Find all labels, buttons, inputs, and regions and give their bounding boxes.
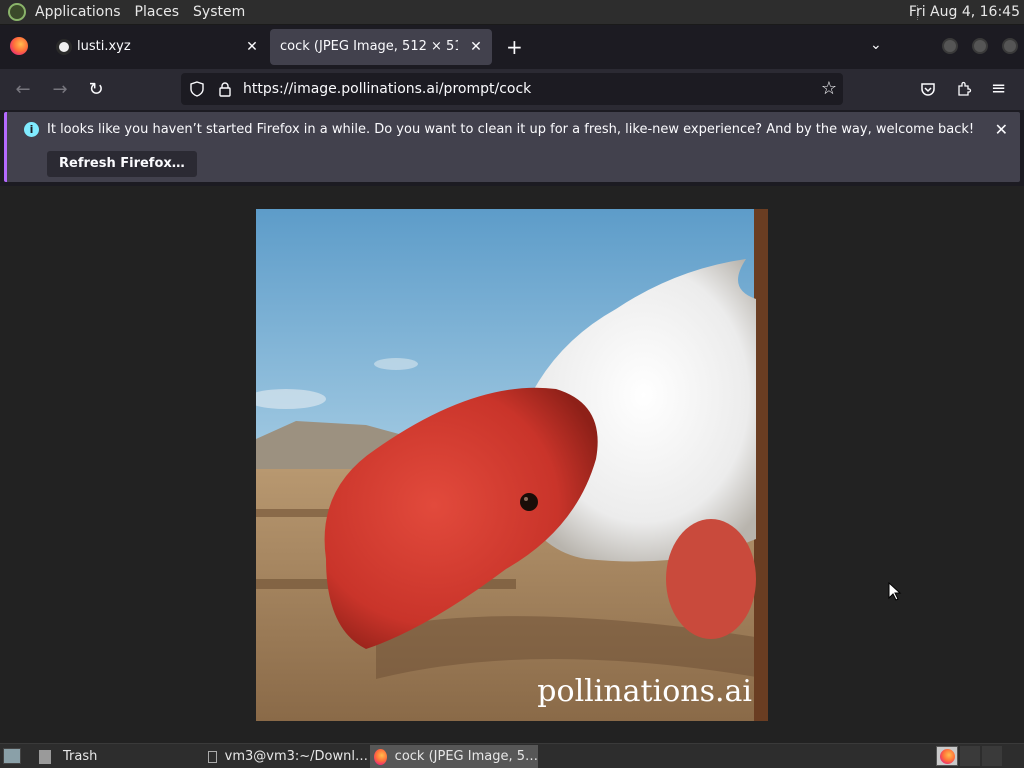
taskbar-item-terminal[interactable]: vm3@vm3:~/Downl… bbox=[204, 745, 368, 768]
menu-system[interactable]: System bbox=[186, 0, 252, 25]
content-area: pollinations.ai bbox=[0, 186, 1024, 743]
extensions-icon[interactable] bbox=[956, 81, 972, 97]
taskbar-label: Trash bbox=[63, 749, 98, 764]
close-tab-icon[interactable]: ✕ bbox=[468, 39, 484, 55]
url-bar[interactable]: https://image.pollinations.ai/prompt/coc… bbox=[181, 73, 843, 105]
workspace-3[interactable] bbox=[982, 746, 1002, 766]
generated-image[interactable]: pollinations.ai bbox=[256, 209, 768, 721]
lock-icon[interactable] bbox=[218, 81, 232, 97]
tab-label: lusti.xyz bbox=[77, 39, 131, 54]
clock[interactable]: Fri Aug 4, 16:45 bbox=[909, 0, 1020, 25]
taskbar-label: cock (JPEG Image, 5… bbox=[394, 749, 538, 764]
taskbar-label: vm3@vm3:~/Downl… bbox=[224, 749, 368, 764]
workspace-switcher[interactable] bbox=[936, 746, 958, 766]
watermark: pollinations.ai bbox=[537, 674, 752, 709]
tab-image[interactable]: cock (JPEG Image, 512 × 512 pixels) ✕ bbox=[270, 29, 492, 65]
tab-strip: lusti.xyz ✕ cock (JPEG Image, 512 × 512 … bbox=[0, 25, 1024, 69]
bookmark-star-icon[interactable]: ☆ bbox=[821, 78, 837, 99]
workspace-2[interactable] bbox=[960, 746, 980, 766]
menu-applications[interactable]: Applications bbox=[28, 0, 128, 25]
lusti-favicon-icon bbox=[56, 39, 72, 55]
pocket-icon[interactable] bbox=[920, 81, 936, 97]
shield-icon[interactable] bbox=[189, 81, 205, 97]
forward-arrow-icon[interactable]: → bbox=[47, 77, 73, 103]
minimize-window-icon[interactable] bbox=[942, 38, 958, 54]
taskbar: Trash vm3@vm3:~/Downl… cock (JPEG Image,… bbox=[0, 743, 1024, 768]
show-desktop-icon[interactable] bbox=[3, 748, 21, 764]
hamburger-menu-icon[interactable]: ≡ bbox=[991, 78, 1006, 99]
firefox-icon bbox=[940, 749, 955, 764]
reload-icon[interactable]: ↻ bbox=[83, 77, 109, 103]
new-tab-icon[interactable]: + bbox=[506, 35, 523, 59]
mouse-cursor-icon bbox=[888, 582, 902, 601]
terminal-icon bbox=[208, 750, 217, 763]
trash-icon bbox=[39, 749, 51, 764]
nav-bar: ← → ↻ https://image.pollinations.ai/prom… bbox=[0, 69, 1024, 110]
bird-illustration bbox=[256, 209, 768, 721]
top-panel: Applications Places System Fri Aug 4, 16… bbox=[0, 0, 1024, 25]
refresh-firefox-button[interactable]: Refresh Firefox… bbox=[47, 151, 197, 177]
tab-label: cock (JPEG Image, 512 × 512 pixels) bbox=[280, 39, 458, 54]
distro-logo-icon[interactable] bbox=[8, 3, 26, 21]
notification-bar: i It looks like you haven’t started Fire… bbox=[4, 112, 1020, 182]
menu-places[interactable]: Places bbox=[128, 0, 187, 25]
firefox-icon bbox=[374, 748, 387, 765]
close-tab-icon[interactable]: ✕ bbox=[244, 39, 260, 55]
tab-lusti[interactable]: lusti.xyz ✕ bbox=[46, 29, 268, 65]
notification-message: It looks like you haven’t started Firefo… bbox=[47, 122, 975, 137]
taskbar-item-trash[interactable]: Trash bbox=[36, 745, 196, 768]
url-text[interactable]: https://image.pollinations.ai/prompt/coc… bbox=[243, 73, 531, 105]
close-notification-icon[interactable]: ✕ bbox=[995, 120, 1008, 139]
chevron-down-icon[interactable]: ⌄ bbox=[870, 37, 882, 53]
maximize-window-icon[interactable] bbox=[972, 38, 988, 54]
taskbar-item-firefox[interactable]: cock (JPEG Image, 5… bbox=[370, 745, 538, 768]
close-window-icon[interactable] bbox=[1002, 38, 1018, 54]
firefox-view-icon[interactable] bbox=[10, 37, 28, 55]
back-arrow-icon[interactable]: ← bbox=[10, 77, 36, 103]
info-icon: i bbox=[24, 122, 39, 137]
